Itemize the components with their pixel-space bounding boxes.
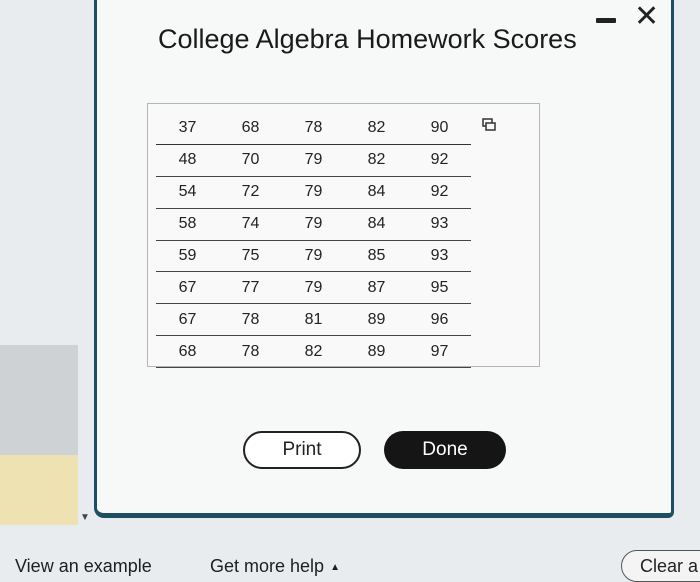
table-cell: 79: [282, 208, 345, 241]
table-cell: 67: [156, 303, 219, 337]
table-cell: 89: [345, 303, 408, 337]
view-example-label: View an example: [15, 556, 152, 576]
table-row: 67 78 81 89 96: [156, 303, 471, 337]
table-cell: 89: [345, 335, 408, 369]
table-cell: 70: [219, 144, 282, 177]
caret-up-icon: ▲: [330, 562, 340, 573]
table-cell: 97: [408, 335, 471, 369]
scores-table-container: 37 68 78 82 90 48 70 79 82 92 54 72 79 84 92 58 74 79 84 93…: [147, 103, 540, 369]
table-cell: 84: [345, 176, 408, 209]
table-cell: 58: [156, 208, 219, 241]
table-cell: 92: [408, 144, 471, 177]
table-row: 68 78 82 89 97: [156, 335, 471, 369]
table-cell: 78: [219, 303, 282, 337]
table-cell: 79: [282, 176, 345, 209]
table-row: 37 68 78 82 90: [156, 113, 471, 145]
table-cell: 74: [219, 208, 282, 241]
dialog-title: College Algebra Homework Scores: [158, 24, 577, 54]
scores-table: 37 68 78 82 90 48 70 79 82 92 54 72 79 84 92 58 74 79 84 93…: [156, 113, 471, 369]
print-button[interactable]: Print: [243, 431, 361, 469]
table-cell: 79: [282, 271, 345, 305]
table-cell: 77: [219, 271, 282, 305]
table-row: 48 70 79 82 92: [156, 144, 471, 177]
table-cell: 87: [345, 271, 408, 305]
table-cell: 82: [345, 113, 408, 145]
table-cell: 81: [282, 303, 345, 337]
table-cell: 96: [408, 303, 471, 337]
copy-icon[interactable]: [482, 118, 496, 132]
table-cell: 84: [345, 208, 408, 241]
table-cell: 93: [408, 240, 471, 273]
table-cell: 78: [219, 335, 282, 369]
table-row: 58 74 79 84 93: [156, 208, 471, 241]
table-cell: 72: [219, 176, 282, 209]
minimize-icon[interactable]: [596, 18, 616, 23]
view-example-link[interactable]: View an example: [15, 556, 152, 577]
table-cell: 75: [219, 240, 282, 273]
table-row: 59 75 79 85 93: [156, 240, 471, 273]
left-panel-background: [0, 345, 78, 455]
table-cell: 78: [282, 113, 345, 145]
table-cell: 54: [156, 176, 219, 209]
table-cell: 95: [408, 271, 471, 305]
get-more-help-link[interactable]: Get more help ▲: [210, 556, 340, 577]
get-more-help-label: Get more help: [210, 556, 325, 576]
table-cell: 82: [345, 144, 408, 177]
table-cell: 59: [156, 240, 219, 273]
table-cell: 92: [408, 176, 471, 209]
table-cell: 67: [156, 271, 219, 305]
done-button[interactable]: Done: [384, 431, 506, 469]
table-cell: 79: [282, 240, 345, 273]
clear-all-button[interactable]: Clear a: [621, 550, 700, 582]
table-cell: 79: [282, 144, 345, 177]
table-cell: 68: [219, 113, 282, 145]
scroll-down-arrow[interactable]: ▼: [80, 512, 90, 523]
table-row: 67 77 79 87 95: [156, 271, 471, 305]
table-cell: 48: [156, 144, 219, 177]
table-cell: 68: [156, 335, 219, 369]
table-row: 54 72 79 84 92: [156, 176, 471, 209]
table-cell: 82: [282, 335, 345, 369]
table-cell: 37: [156, 113, 219, 145]
table-cell: 85: [345, 240, 408, 273]
left-panel-highlight: [0, 455, 78, 525]
table-cell: 93: [408, 208, 471, 241]
close-icon[interactable]: ✕: [634, 2, 659, 32]
table-cell: 90: [408, 113, 471, 145]
